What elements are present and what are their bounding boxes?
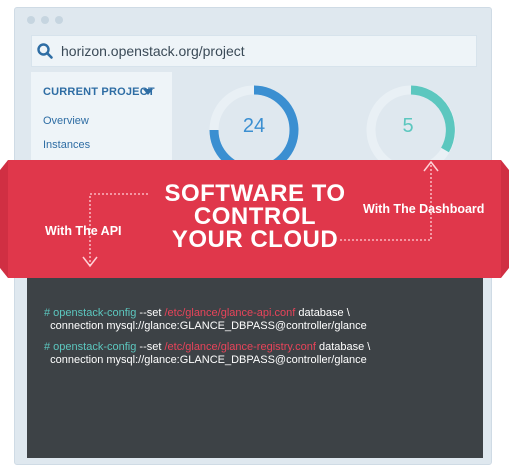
window-controls [27,16,63,24]
label-with-dashboard: With The Dashboard [363,202,485,216]
code-line-4: connection mysql://glance:GLANCE_DBPASS@… [44,354,367,366]
headline-line-1: SOFTWARE TO [164,180,346,207]
banner-headline: SOFTWARE TO CONTROL YOUR CLOUD [135,180,375,253]
code-flag: --set [136,307,165,319]
window-dot-close[interactable] [27,16,35,24]
headline-line-2: CONTROL [193,203,317,230]
label-with-api: With The API [45,224,122,238]
code-line-3: # openstack-config --set /etc/glance/gla… [44,341,370,353]
code-path: /etc/glance/glance-registry.conf [164,341,316,353]
search-icon [37,43,53,59]
headline-line-3: YOUR CLOUD [171,226,339,253]
code-comment: # openstack-config [44,341,137,353]
code-rest: database \ [295,307,350,319]
chevron-down-icon[interactable] [143,89,153,95]
code-panel [27,275,483,458]
sidebar-current-project[interactable]: CURRENT PROJECT [43,86,155,98]
code-rest: database \ [315,341,371,353]
code-line-1: # openstack-config --set /etc/glance/gla… [44,307,350,319]
code-flag: --set [136,341,165,353]
code-line-2: connection mysql://glance:GLANCE_DBPASS@… [44,320,367,332]
address-bar-url: horizon.openstack.org/project [61,43,245,59]
window-dot-minimize[interactable] [41,16,49,24]
code-comment: # openstack-config [44,307,137,319]
usage-ring-1-value: 24 [242,115,266,137]
code-path: /etc/glance/glance-api.conf [164,307,296,319]
window-dot-maximize[interactable] [55,16,63,24]
sidebar-item-overview[interactable]: Overview [43,115,89,127]
usage-ring-2-value: 5 [402,115,414,137]
